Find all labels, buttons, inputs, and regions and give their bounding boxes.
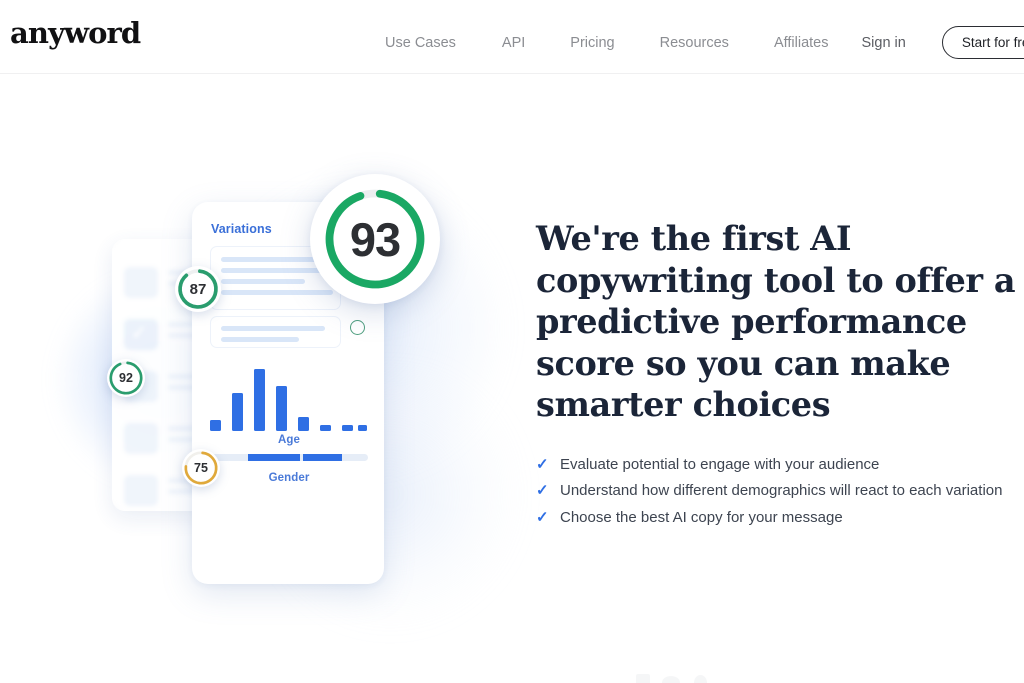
checkbox-icon [124, 267, 158, 298]
nav-item-affiliates[interactable]: Affiliates [774, 34, 829, 52]
variation-radio-icon-2[interactable] [350, 320, 365, 335]
brand-logo[interactable]: anyword [10, 19, 141, 48]
benefit-text: Understand how different demographics wi… [560, 482, 1003, 499]
check-icon: ✓ [536, 508, 549, 526]
checkbox-icon [124, 423, 158, 454]
page-title: We're the first AI copywriting tool to o… [536, 219, 1016, 424]
benefit-text: Choose the best AI copy for your message [560, 508, 843, 526]
page-root: anyword Use Cases API Pricing Resources … [0, 0, 1024, 683]
hero-section: ✓ Variations Age Gender 93 87 92 75 We'r… [0, 74, 1024, 683]
benefit-item: ✓ Evaluate potential to engage with your… [536, 452, 1022, 479]
age-axis-label: Age [277, 434, 301, 446]
benefit-text: Evaluate potential to engage with your a… [560, 455, 880, 473]
hero-copy: We're the first AI copywriting tool to o… [536, 218, 1022, 531]
check-icon: ✓ [536, 482, 549, 499]
age-bar-chart [210, 369, 368, 431]
hero-illustration: ✓ Variations Age Gender 93 87 92 75 [54, 154, 520, 624]
score-badge-87: 87 [175, 266, 221, 312]
score-value: 87 [189, 280, 207, 298]
nav-item-api[interactable]: API [502, 34, 525, 52]
nav-item-use-cases[interactable]: Use Cases [385, 34, 456, 52]
sign-in-link[interactable]: Sign in [861, 34, 905, 52]
start-for-free-button[interactable]: Start for free [941, 26, 1024, 59]
benefit-item: ✓ Choose the best AI copy for your messa… [536, 505, 1022, 532]
benefit-list: ✓ Evaluate potential to engage with your… [536, 452, 1022, 532]
score-value: 75 [194, 461, 208, 475]
check-icon: ✓ [536, 455, 549, 473]
main-navigation: Use Cases API Pricing Resources Affiliat… [385, 26, 1024, 59]
variation-item-2 [210, 316, 341, 348]
score-value: 93 [349, 212, 401, 266]
score-badge-92: 92 [107, 359, 145, 397]
checkbox-icon [124, 475, 158, 506]
nav-item-resources[interactable]: Resources [660, 34, 729, 52]
checkbox-checked-icon: ✓ [124, 319, 158, 350]
score-badge-93: 93 [310, 174, 440, 304]
gender-axis-label: Gender [268, 472, 310, 484]
site-header: anyword Use Cases API Pricing Resources … [0, 0, 1024, 74]
score-value: 92 [119, 371, 133, 385]
gender-bar-chart [210, 454, 368, 461]
variations-card-title: Variations [211, 222, 272, 236]
benefit-item: ✓ Understand how different demographics … [536, 478, 1022, 505]
below-fold-hint [636, 672, 716, 683]
score-badge-75: 75 [182, 449, 220, 487]
nav-item-pricing[interactable]: Pricing [570, 34, 614, 52]
